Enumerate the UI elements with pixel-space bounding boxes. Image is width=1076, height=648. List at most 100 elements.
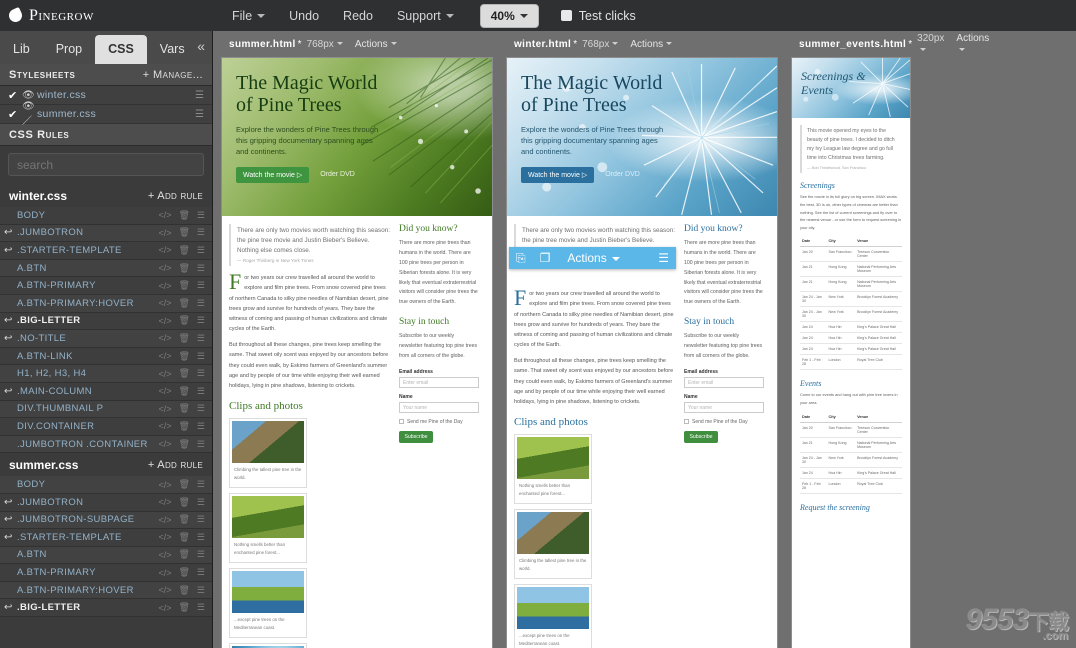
delete-rule-icon[interactable]: 🗑 [178,497,189,508]
search-input[interactable] [8,153,204,176]
edit-code-icon[interactable]: </> [158,316,171,326]
edit-code-icon[interactable]: </> [158,550,171,560]
delete-rule-icon[interactable]: 🗑 [178,567,189,578]
edit-code-icon[interactable]: </> [158,245,171,255]
edit-code-icon[interactable]: </> [158,404,171,414]
css-rule-row[interactable]: div.thumbnail p </> 🗑 ☰ [0,400,212,419]
delete-rule-icon[interactable]: 🗑 [178,532,189,543]
thumbnail-card[interactable]: Snow has keeps warm with strong pine nee… [229,643,307,648]
delete-rule-icon[interactable]: 🗑 [178,351,189,362]
email-field[interactable]: Enter email [399,376,479,388]
edit-code-icon[interactable]: </> [158,515,171,525]
edit-code-icon[interactable]: </> [158,421,171,431]
rule-menu-icon[interactable]: ☰ [197,479,205,490]
css-rule-row[interactable]: a.btn-primary </> 🗑 ☰ [0,277,212,295]
css-rule-row[interactable]: a.btn-primary </> 🗑 ☰ [0,564,212,582]
page-frame-events[interactable]: Screenings & Events This movie opened my… [791,57,911,648]
stylesheet-row[interactable]: ✔ 👁／ summer.css ☰ [0,101,212,127]
thumbnail-card[interactable]: Nothing smells better than enchanted pin… [229,493,307,564]
tab-vars[interactable]: Vars [147,35,198,64]
rule-menu-icon[interactable]: ☰ [197,298,205,309]
order-dvd-button[interactable]: Order DVD [320,171,355,178]
page-actions-menu[interactable]: Actions [630,39,673,50]
css-rule-row[interactable]: ↩ .jumbotron-subpage </> 🗑 ☰ [0,511,212,530]
rule-menu-icon[interactable]: ☰ [197,532,205,543]
delete-rule-icon[interactable]: 🗑 [178,263,189,274]
css-rule-row[interactable]: a.btn-primary:hover </> 🗑 ☰ [0,294,212,313]
edit-code-icon[interactable]: </> [158,228,171,238]
delete-rule-icon[interactable]: 🗑 [178,368,189,379]
test-clicks-toggle[interactable]: Test clicks [560,9,636,23]
rule-menu-icon[interactable]: ☰ [197,585,205,596]
css-rule-row[interactable]: body </> 🗑 ☰ [0,476,212,494]
rule-menu-icon[interactable]: ☰ [197,280,205,291]
menu-item-support[interactable]: Support [385,5,466,27]
delete-rule-icon[interactable]: 🗑 [178,315,189,326]
page-width-selector[interactable]: 768px [307,39,343,50]
thumbnail-card[interactable]: ...except pine trees on the Mediterranea… [514,584,592,648]
name-field[interactable]: Your name [684,401,764,413]
order-dvd-button[interactable]: Order DVD [605,171,640,178]
delete-rule-icon[interactable]: 🗑 [178,479,189,490]
css-rule-row[interactable]: div.container </> 🗑 ☰ [0,418,212,436]
edit-code-icon[interactable]: </> [158,603,171,613]
edit-code-icon[interactable]: </> [158,568,171,578]
thumbnail-card[interactable]: Climbing the tallest pine tree in the wo… [229,418,307,489]
name-field[interactable]: Your name [399,401,479,413]
css-rule-row[interactable]: ↩ .main-column </> 🗑 ☰ [0,382,212,401]
rule-menu-icon[interactable]: ☰ [197,403,205,414]
rule-menu-icon[interactable]: ☰ [197,351,205,362]
rule-menu-icon[interactable]: ☰ [197,315,205,326]
subscribe-button[interactable]: Subscribe [684,430,718,443]
page-actions-menu[interactable]: Actions [956,33,989,55]
thumbnail-card[interactable]: ...except pine trees on the Mediterranea… [229,568,307,639]
rule-menu-icon[interactable]: ☰ [197,497,205,508]
css-rule-row[interactable]: a.btn-primary:hover </> 🗑 ☰ [0,581,212,600]
watch-movie-button[interactable]: Watch the movie ▷ [236,166,310,183]
delete-rule-icon[interactable]: 🗑 [178,602,189,613]
pine-of-day-checkbox[interactable]: Send me Pine of the Day [684,419,764,425]
css-rule-row[interactable]: a.btn </> 🗑 ☰ [0,546,212,565]
edit-code-icon[interactable]: </> [158,386,171,396]
rule-menu-icon[interactable]: ☰ [197,368,205,379]
tab-css[interactable]: CSS [95,35,147,64]
rule-menu-icon[interactable]: ☰ [197,567,205,578]
watch-movie-button[interactable]: Watch the movie ▷ [521,166,595,183]
menu-item-undo[interactable]: Undo [277,5,331,27]
pine-of-day-checkbox[interactable]: Send me Pine of the Day [399,419,479,425]
subscribe-button[interactable]: Subscribe [399,430,433,443]
page-width-selector[interactable]: 768px [582,39,619,50]
menu-item-redo[interactable]: Redo [331,5,385,27]
page-frame-winter[interactable]: The Magic World of Pine Trees Explore th… [506,57,778,648]
menu-item-file[interactable]: File [220,5,277,27]
css-rule-row[interactable]: a.btn </> 🗑 ☰ [0,259,212,278]
rule-menu-icon[interactable]: ☰ [197,333,205,344]
enabled-check-icon[interactable]: ✔ [8,89,22,102]
duplicate-icon[interactable]: ❐ [533,248,558,268]
delete-rule-icon[interactable]: 🗑 [178,403,189,414]
eye-icon[interactable]: 👁 [22,90,37,101]
rule-menu-icon[interactable]: ☰ [197,602,205,613]
delete-rule-icon[interactable]: 🗑 [178,439,189,450]
add-rule-button[interactable]: + Add rule [148,190,203,202]
delete-rule-icon[interactable]: 🗑 [178,549,189,560]
delete-rule-icon[interactable]: 🗑 [178,298,189,309]
edit-code-icon[interactable]: </> [158,298,171,308]
delete-rule-icon[interactable]: 🗑 [178,333,189,344]
delete-rule-icon[interactable]: 🗑 [178,386,189,397]
page-width-selector[interactable]: 320px [917,33,944,55]
delete-rule-icon[interactable]: 🗑 [178,280,189,291]
edit-code-icon[interactable]: </> [158,480,171,490]
selection-actions-menu[interactable]: Actions [563,248,623,268]
selection-menu-icon[interactable]: ☰ [651,248,676,268]
css-rule-row[interactable]: ↩ .jumbotron </> 🗑 ☰ [0,493,212,512]
zoom-level-button[interactable]: 40% [479,3,539,28]
page-actions-menu[interactable]: Actions [355,39,397,50]
stylesheet-menu-icon[interactable]: ☰ [195,90,204,101]
edit-code-icon[interactable]: </> [158,333,171,343]
rule-menu-icon[interactable]: ☰ [197,386,205,397]
edit-code-icon[interactable]: </> [158,369,171,379]
edit-code-icon[interactable]: </> [158,210,171,220]
add-rule-button[interactable]: + Add rule [148,459,203,471]
tab-prop[interactable]: Prop [43,35,95,64]
